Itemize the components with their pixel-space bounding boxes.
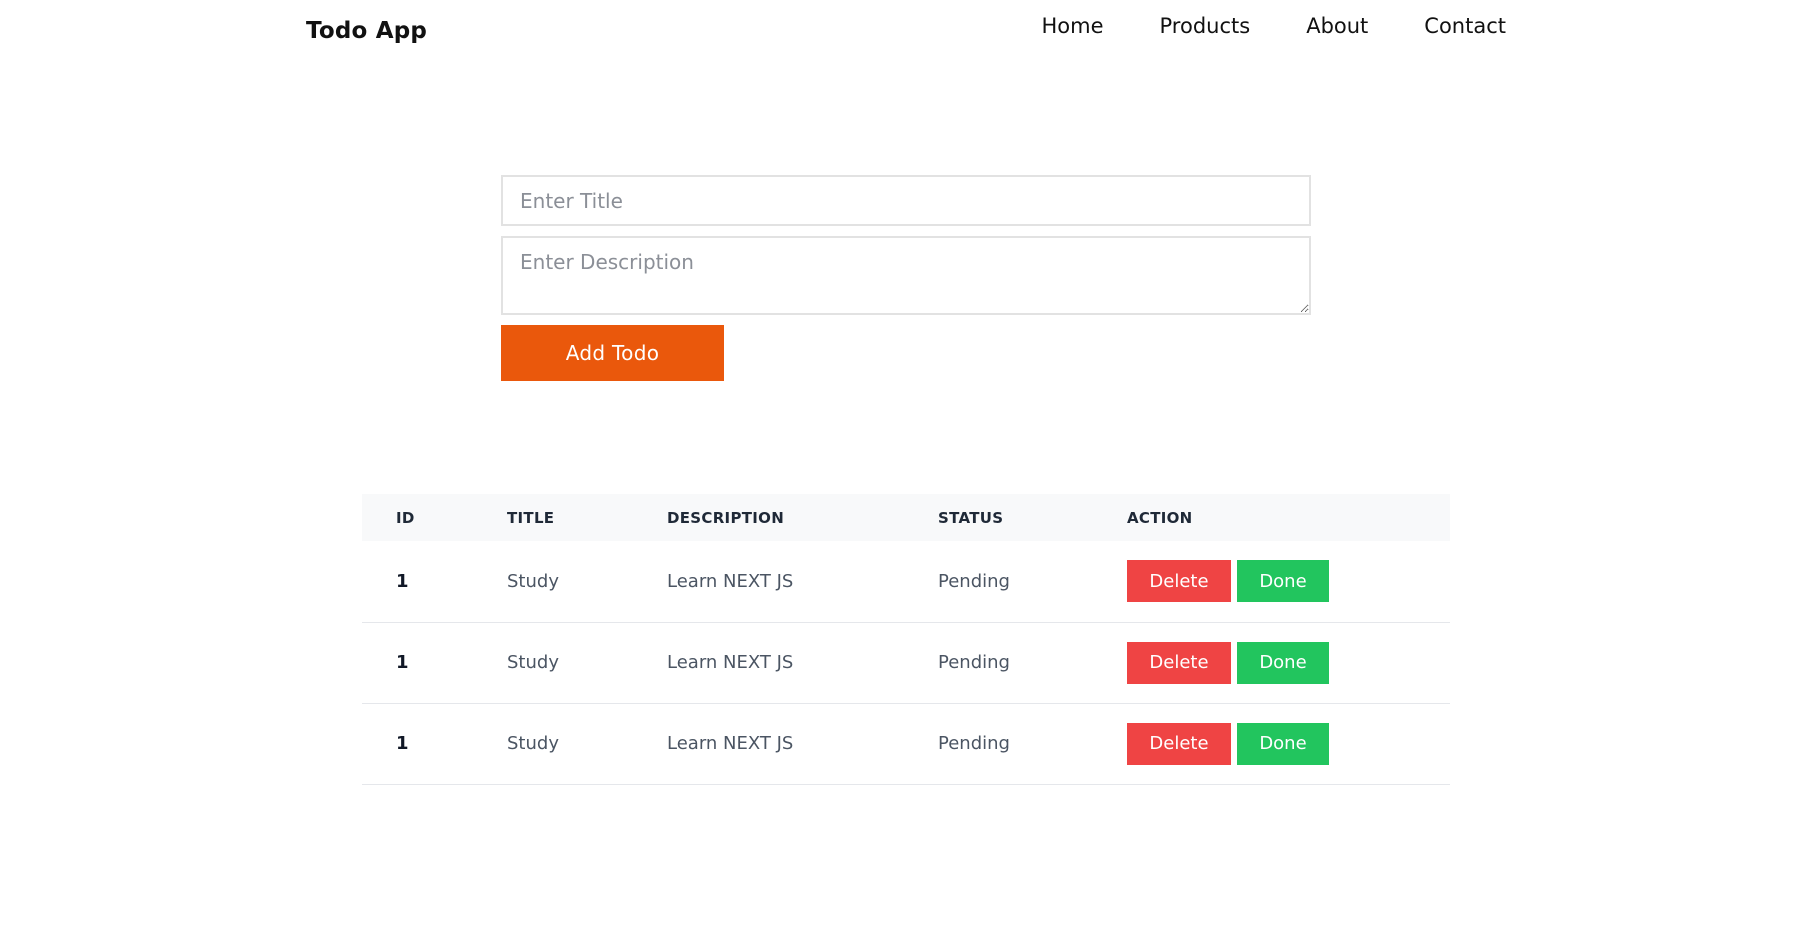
row-id: 1 <box>396 733 409 754</box>
nav-contact-link[interactable]: Contact <box>1424 14 1506 38</box>
description-input[interactable] <box>501 236 1311 315</box>
todo-table: ID TITLE DESCRIPTION STATUS ACTION 1 Stu… <box>362 494 1450 785</box>
delete-button[interactable]: Delete <box>1127 641 1231 684</box>
done-button[interactable]: Done <box>1237 641 1329 684</box>
column-header-id: ID <box>396 508 415 527</box>
nav-home-link[interactable]: Home <box>1042 14 1104 38</box>
row-id: 1 <box>396 570 409 592</box>
row-actions: Delete Done <box>1127 541 1450 622</box>
done-button[interactable]: Done <box>1237 722 1329 765</box>
row-description: Learn NEXT JS <box>667 570 794 592</box>
column-header-description: DESCRIPTION <box>667 508 785 527</box>
row-status: Pending <box>938 733 1010 754</box>
table-row: 1 Study Learn NEXT JS Pending Delete Done <box>362 622 1450 703</box>
table-row: 1 Study Learn NEXT JS Pending Delete Done <box>362 703 1450 784</box>
done-button[interactable]: Done <box>1237 560 1329 603</box>
nav-products-link[interactable]: Products <box>1160 14 1251 38</box>
row-title: Study <box>507 652 559 673</box>
column-header-action: ACTION <box>1127 508 1193 527</box>
delete-button[interactable]: Delete <box>1127 560 1231 603</box>
row-title: Study <box>507 570 559 592</box>
add-todo-button[interactable]: Add Todo <box>501 325 724 381</box>
row-status: Pending <box>938 570 1010 592</box>
main-nav: Home Products About Contact <box>986 14 1507 38</box>
todo-form: Add Todo <box>501 175 1311 381</box>
brand-logo[interactable]: Todo App <box>306 18 427 44</box>
row-description: Learn NEXT JS <box>667 733 794 754</box>
nav-about-link[interactable]: About <box>1306 14 1368 38</box>
delete-button[interactable]: Delete <box>1127 722 1231 765</box>
table-header-row: ID TITLE DESCRIPTION STATUS ACTION <box>362 494 1450 541</box>
table-row: 1 Study Learn NEXT JS Pending Delete Done <box>362 541 1450 622</box>
row-actions: Delete Done <box>1127 622 1450 703</box>
row-status: Pending <box>938 652 1010 673</box>
page: Todo App Home Products About Contact Add… <box>0 0 1800 950</box>
title-input[interactable] <box>501 175 1311 226</box>
top-navbar: Todo App Home Products About Contact <box>306 12 1506 52</box>
row-actions: Delete Done <box>1127 703 1450 784</box>
row-title: Study <box>507 733 559 754</box>
todo-table-section: ID TITLE DESCRIPTION STATUS ACTION 1 Stu… <box>362 494 1450 785</box>
column-header-status: STATUS <box>938 508 1004 527</box>
row-id: 1 <box>396 652 409 673</box>
column-header-title: TITLE <box>507 508 555 527</box>
row-description: Learn NEXT JS <box>667 652 794 673</box>
